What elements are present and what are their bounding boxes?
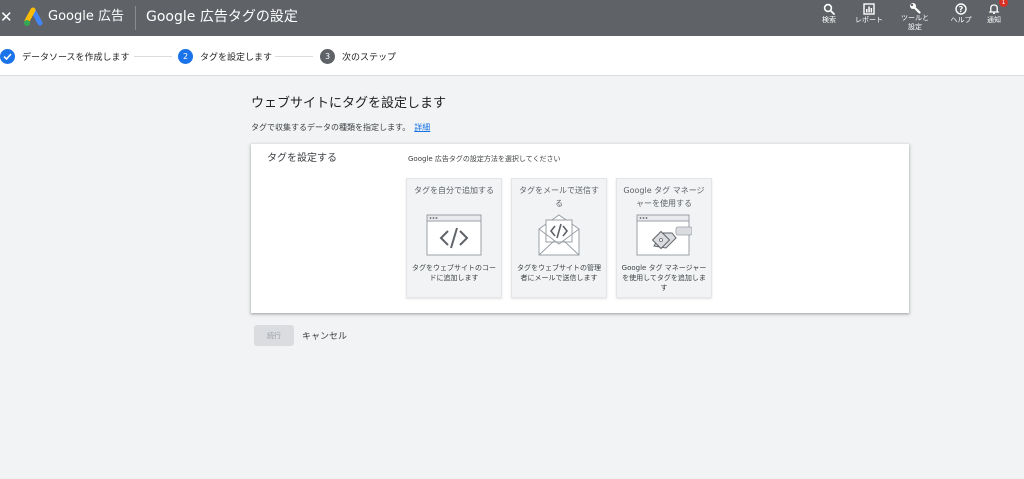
tools-label-line1: ツールと [901, 14, 929, 22]
notification-badge: 1 [999, 0, 1008, 7]
step-next-steps[interactable]: 3 次のステップ [320, 48, 396, 64]
step-connector [134, 56, 172, 57]
option-title: タグを自分で追加する [414, 186, 494, 195]
tag-manager-icon [636, 214, 692, 256]
option-title: Google タグ マネージャーを使用する [623, 186, 705, 208]
step-create-data-source[interactable]: データソースを作成します [0, 48, 130, 64]
option-add-tag-yourself[interactable]: タグを自分で追加する タグをウェブサイトのコードに追加します [406, 178, 502, 298]
card-label: タグを設定する [267, 153, 337, 164]
subtitle-text: タグで収集するデータの種類を指定します。 [251, 123, 411, 132]
page-subtitle: タグで収集するデータの種類を指定します。 詳細 [251, 122, 430, 134]
step-set-tag[interactable]: 2 タグを設定します [178, 48, 272, 64]
step-number: 2 [178, 48, 193, 64]
search-label: 検索 [822, 16, 836, 24]
option-description: Google タグ マネージャーを使用してタグを追加します [621, 264, 707, 292]
reports-label: レポート [855, 16, 883, 24]
svg-text:?: ? [959, 5, 964, 14]
reports-button[interactable]: レポート [852, 0, 886, 36]
check-icon [0, 48, 15, 64]
close-icon[interactable]: ✕ [0, 6, 14, 28]
help-label: ヘルプ [950, 16, 972, 24]
details-link[interactable]: 詳細 [414, 123, 430, 132]
tools-label-line2: 設定 [908, 23, 922, 31]
card-help-text: Google 広告タグの設定方法を選択してください [408, 155, 561, 163]
step-label: 次のステップ [342, 52, 397, 63]
notifications-label: 通知 [987, 16, 1001, 24]
search-icon [823, 3, 835, 15]
stepper: データソースを作成します 2 タグを設定します 3 次のステップ [0, 36, 1024, 76]
top-bar: ✕ Google 広告 Google 広告タグの設定 検索 レポート ツールと … [0, 0, 1024, 36]
reports-icon [863, 3, 875, 15]
wrench-icon [910, 3, 921, 14]
step-connector [275, 56, 313, 57]
step-label: データソースを作成します [22, 52, 130, 63]
option-title: タグをメールで送信する [519, 186, 599, 208]
help-icon: ? [955, 3, 967, 15]
help-button[interactable]: ? ヘルプ [947, 0, 975, 36]
continue-button[interactable]: 続行 [254, 325, 294, 346]
tag-setup-card: タグを設定する Google 広告タグの設定方法を選択してください タグを自分で… [251, 144, 909, 313]
option-description: タグをウェブサイトの管理者にメールで送信します [517, 264, 601, 282]
step-label: タグを設定します [200, 52, 273, 63]
tools-button[interactable]: ツールと 設定 [898, 0, 932, 36]
notifications-button[interactable]: 1 通知 [983, 0, 1008, 36]
email-code-icon [538, 214, 580, 256]
page-title: ウェブサイトにタグを設定します [251, 96, 447, 111]
google-ads-logo [24, 7, 43, 26]
option-tag-manager[interactable]: Google タグ マネージャーを使用する Google タグ マネージャーを使… [616, 178, 712, 298]
step-number: 3 [320, 48, 335, 64]
cancel-button[interactable]: キャンセル [302, 325, 352, 346]
page-title-header: Google 広告タグの設定 [146, 9, 298, 25]
code-window-icon [426, 214, 482, 256]
bell-icon [988, 4, 1000, 14]
topbar-divider [135, 6, 136, 30]
option-description: タグをウェブサイトのコードに追加します [412, 264, 496, 282]
option-email-tag[interactable]: タグをメールで送信する タグをウェブサイトの管理者にメールで送信します [511, 178, 607, 298]
brand-name: Google 広告 [48, 9, 124, 24]
search-button[interactable]: 検索 [818, 0, 840, 36]
